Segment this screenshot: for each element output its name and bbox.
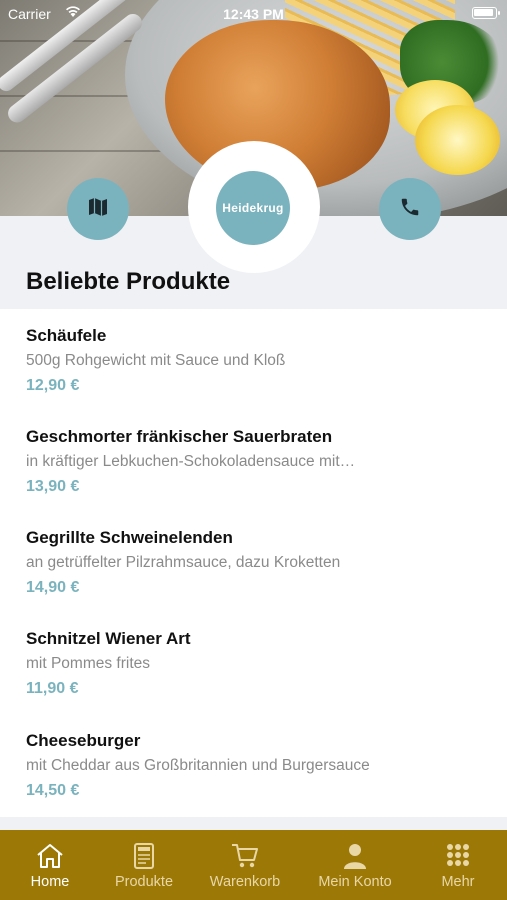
phone-icon <box>399 196 421 223</box>
product-name: Schäufele <box>26 326 107 345</box>
product-name: Geschmorter fränkischer Sauerbraten <box>26 427 333 446</box>
map-icon <box>86 195 110 224</box>
tab-label: Mein Konto <box>318 874 392 890</box>
product-description: 500g Rohgewicht mit Sauce und Kloß <box>26 352 286 369</box>
grid-icon <box>443 842 473 870</box>
list-item[interactable]: Geschmorter fränkischer Sauerbraten in k… <box>26 425 496 499</box>
product-price: 14,50 € <box>26 782 80 799</box>
tab-mehr[interactable]: Mehr <box>408 830 507 900</box>
tab-label: Produkte <box>114 874 174 890</box>
tab-label: Home <box>30 874 70 890</box>
list-item[interactable]: Schnitzel Wiener Art mit Pommes frites 1… <box>26 627 496 701</box>
tab-produkte[interactable]: Produkte <box>94 830 194 900</box>
product-name: Cheeseburger <box>26 731 141 750</box>
restaurant-logo: Heidekrug <box>216 171 290 245</box>
product-description: in kräftiger Lebkuchen-Schokoladensauce … <box>26 453 356 470</box>
menu-card-icon <box>129 842 159 870</box>
clock: 12:43 PM <box>223 6 284 22</box>
product-name: Schnitzel Wiener Art <box>26 629 191 648</box>
logo-text: Heidekrug <box>222 201 284 215</box>
list-item[interactable]: Schäufele 500g Rohgewicht mit Sauce und … <box>26 324 496 398</box>
section-title: Beliebte Produkte <box>26 268 231 295</box>
status-bar: Carrier 12:43 PM <box>0 0 507 28</box>
list-item[interactable]: Cheeseburger mit Cheddar aus Großbritann… <box>26 729 496 803</box>
product-list: Schäufele 500g Rohgewicht mit Sauce und … <box>0 309 507 817</box>
cart-icon <box>230 842 260 870</box>
logo-container: Heidekrug <box>188 141 320 273</box>
tab-label: Mehr <box>441 874 475 890</box>
product-name: Gegrillte Schweinelenden <box>26 528 233 547</box>
call-button[interactable] <box>379 178 441 240</box>
tab-label: Warenkorb <box>209 874 281 890</box>
product-price: 11,90 € <box>26 680 79 697</box>
home-icon <box>35 842 65 870</box>
product-price: 12,90 € <box>26 377 80 394</box>
battery-icon <box>472 7 500 19</box>
map-button[interactable] <box>67 178 129 240</box>
tab-mein-konto[interactable]: Mein Konto <box>305 830 405 900</box>
tab-bar: Home Produkte Warenkorb Mein Konto Mehr <box>0 830 507 900</box>
list-item[interactable]: Gegrillte Schweinelenden an getrüffelter… <box>26 526 496 600</box>
tab-warenkorb[interactable]: Warenkorb <box>195 830 295 900</box>
product-price: 13,90 € <box>26 478 80 495</box>
product-description: an getrüffelter Pilzrahmsauce, dazu Krok… <box>26 554 341 571</box>
product-description: mit Pommes frites <box>26 655 151 672</box>
product-description: mit Cheddar aus Großbritannien und Burge… <box>26 757 370 774</box>
person-icon <box>340 842 370 870</box>
product-price: 14,90 € <box>26 579 80 596</box>
tab-home[interactable]: Home <box>0 830 100 900</box>
